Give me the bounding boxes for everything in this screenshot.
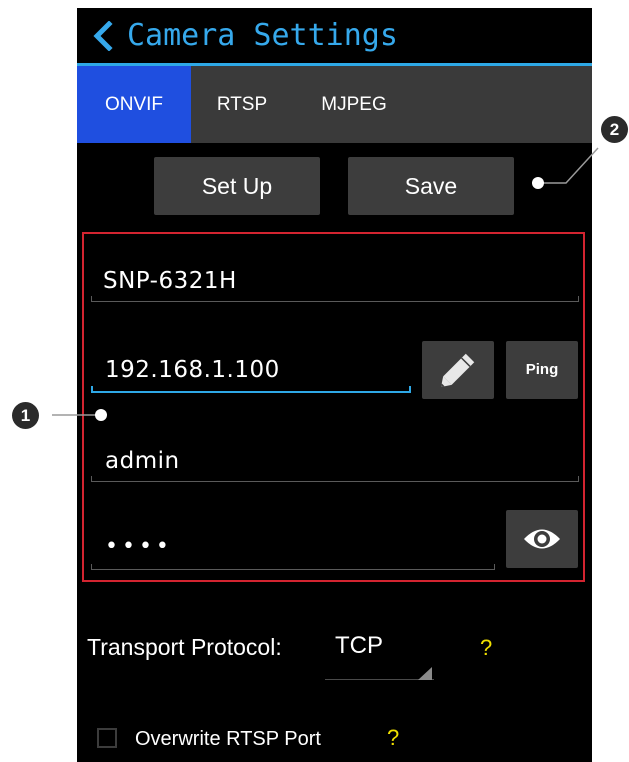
callout-1-dot bbox=[95, 409, 107, 421]
callout-lines bbox=[52, 147, 599, 416]
figure-frame: Camera Settings ONVIF RTSP MJPEG Set Up … bbox=[0, 0, 629, 762]
callout-2-dot bbox=[532, 177, 544, 189]
callout-2: 2 bbox=[601, 116, 628, 143]
callout-1: 1 bbox=[12, 402, 39, 429]
